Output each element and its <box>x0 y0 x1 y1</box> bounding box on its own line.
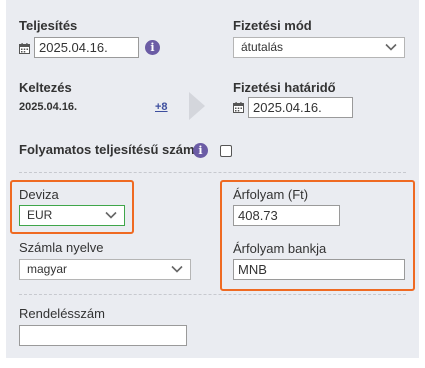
chevron-down-icon <box>171 265 183 273</box>
arfolyam-bankja-input[interactable]: MNB <box>233 259 405 280</box>
deviza-label: Deviza <box>19 187 59 202</box>
add-days-link[interactable]: +8 <box>155 101 168 113</box>
section-divider <box>19 294 406 295</box>
rendelesszam-input[interactable] <box>19 325 187 346</box>
folyamatos-label: Folyamatos teljesítésű számla <box>19 142 206 157</box>
chevron-down-icon <box>105 211 117 219</box>
teljesites-label: Teljesítés <box>19 18 78 33</box>
deviza-select[interactable]: EUR <box>19 205 125 226</box>
fizetesi-hatarido-date-input[interactable]: 2025.04.16. <box>248 97 353 118</box>
keltezes-label: Keltezés <box>19 80 72 95</box>
teljesites-date-input[interactable]: 2025.04.16. <box>34 37 139 58</box>
szamla-nyelve-select[interactable]: magyar <box>19 259 191 280</box>
fizetesi-mod-value: átutalás <box>241 40 284 54</box>
chevron-down-icon <box>385 43 397 51</box>
section-divider <box>19 172 406 173</box>
invoice-settings-panel: Teljesítés 2025.04.16. i Fizetési mód át… <box>6 0 419 358</box>
info-icon[interactable]: i <box>193 143 208 158</box>
deviza-value: EUR <box>27 208 53 222</box>
arfolyam-input[interactable]: 408.73 <box>233 205 340 226</box>
fizetesi-mod-label: Fizetési mód <box>233 18 312 33</box>
calendar-icon[interactable] <box>19 43 30 54</box>
szamla-nyelve-value: magyar <box>27 262 68 276</box>
info-icon[interactable]: i <box>145 40 160 55</box>
arfolyam-bankja-label: Árfolyam bankja <box>233 241 327 256</box>
arrow-right-icon <box>189 92 205 120</box>
rendelesszam-label: Rendelésszám <box>19 306 105 321</box>
fizetesi-mod-select[interactable]: átutalás <box>233 37 405 58</box>
folyamatos-checkbox[interactable] <box>220 145 232 157</box>
arfolyam-label: Árfolyam (Ft) <box>233 187 309 202</box>
keltezes-value: 2025.04.16. <box>19 101 78 113</box>
szamla-nyelve-label: Számla nyelve <box>19 240 104 255</box>
calendar-icon[interactable] <box>233 102 244 113</box>
fizetesi-hatarido-label: Fizetési határidő <box>233 80 336 95</box>
